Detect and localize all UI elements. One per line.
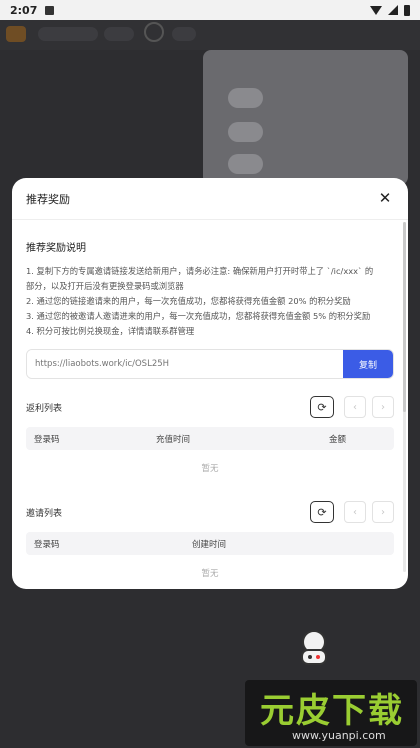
invite-table-header: 登录码 创建时间 bbox=[26, 532, 394, 555]
signal-icon bbox=[388, 5, 398, 15]
battery-icon bbox=[404, 4, 410, 16]
chevron-left-icon[interactable]: ‹ bbox=[344, 501, 366, 523]
background-tab bbox=[38, 27, 98, 41]
rules-heading: 推荐奖励说明 bbox=[26, 243, 86, 254]
chevron-left-icon[interactable]: ‹ bbox=[344, 396, 366, 418]
column-header: 登录码 bbox=[34, 434, 60, 445]
rebate-list-title: 返利列表 bbox=[26, 403, 63, 414]
invite-link-row: 复制 bbox=[26, 349, 394, 379]
column-header: 金额 bbox=[329, 434, 347, 445]
rule-line: 2. 通过您的链接邀请来的用户，每一次充值成功，您都将获得充值金额 20% 的积… bbox=[26, 296, 351, 306]
watermark-text: 元皮下载 bbox=[260, 691, 404, 731]
status-bar: 2:07 bbox=[0, 0, 420, 20]
pagination: ‹ › bbox=[344, 501, 394, 523]
invite-list-title: 邀请列表 bbox=[26, 508, 63, 519]
modal-body: 推荐奖励说明 1. 复制下方的专属邀请链接发送给新用户，请务必注意: 确保新用户… bbox=[12, 220, 408, 589]
refresh-icon[interactable]: ⟳ bbox=[310, 396, 334, 418]
column-header: 登录码 bbox=[34, 539, 60, 550]
watermark-url: www.yuanpi.com bbox=[292, 729, 386, 742]
modal-header: 推荐奖励 ✕ bbox=[12, 178, 408, 220]
rules-list: 1. 复制下方的专属邀请链接发送给新用户，请务必注意: 确保新用户打开时带上了 … bbox=[26, 264, 394, 339]
scrollbar-thumb[interactable] bbox=[403, 222, 406, 412]
rule-line: 4. 积分可按比例兑换现金，详情请联系群管理 bbox=[26, 326, 195, 336]
chevron-right-icon[interactable]: › bbox=[372, 396, 394, 418]
invite-list-header: 邀请列表 ⟳ ‹ › bbox=[26, 500, 394, 524]
copy-button[interactable]: 复制 bbox=[343, 350, 393, 378]
rule-line: 3. 通过您的被邀请人邀请进来的用户，每一次充值成功，您都将获得充值金额 5% … bbox=[26, 311, 371, 321]
background-tab bbox=[104, 27, 134, 41]
background-tab bbox=[172, 27, 196, 41]
watermark-mascot bbox=[301, 630, 327, 665]
chevron-right-icon[interactable]: › bbox=[372, 501, 394, 523]
pagination: ‹ › bbox=[344, 396, 394, 418]
background-avatar bbox=[144, 22, 164, 42]
column-header: 充值时间 bbox=[156, 434, 191, 445]
status-time: 2:07 bbox=[10, 3, 38, 17]
background-blob bbox=[228, 122, 263, 142]
rule-line: 部分，以及打开后没有更换登录码或浏览器 bbox=[26, 281, 184, 291]
modal-title: 推荐奖励 bbox=[26, 192, 70, 206]
rebate-table-header: 登录码 充值时间 金额 bbox=[26, 427, 394, 450]
rebate-list-header: 返利列表 ⟳ ‹ › bbox=[26, 395, 394, 419]
close-icon[interactable]: ✕ bbox=[376, 190, 394, 208]
background-logo bbox=[6, 26, 26, 42]
wifi-icon bbox=[370, 5, 382, 15]
refresh-icon[interactable]: ⟳ bbox=[310, 501, 334, 523]
background-blob bbox=[228, 154, 263, 174]
referral-modal: 推荐奖励 ✕ 推荐奖励说明 1. 复制下方的专属邀请链接发送给新用户，请务必注意… bbox=[12, 178, 408, 589]
invite-link-input[interactable] bbox=[27, 350, 343, 378]
rule-line: 1. 复制下方的专属邀请链接发送给新用户，请务必注意: 确保新用户打开时带上了 … bbox=[26, 266, 374, 276]
rebate-empty-state: 暂无 bbox=[201, 464, 219, 474]
invite-empty-state: 暂无 bbox=[201, 569, 219, 579]
background-blob bbox=[228, 88, 263, 108]
column-header: 创建时间 bbox=[192, 539, 227, 550]
notification-icon bbox=[45, 5, 55, 15]
